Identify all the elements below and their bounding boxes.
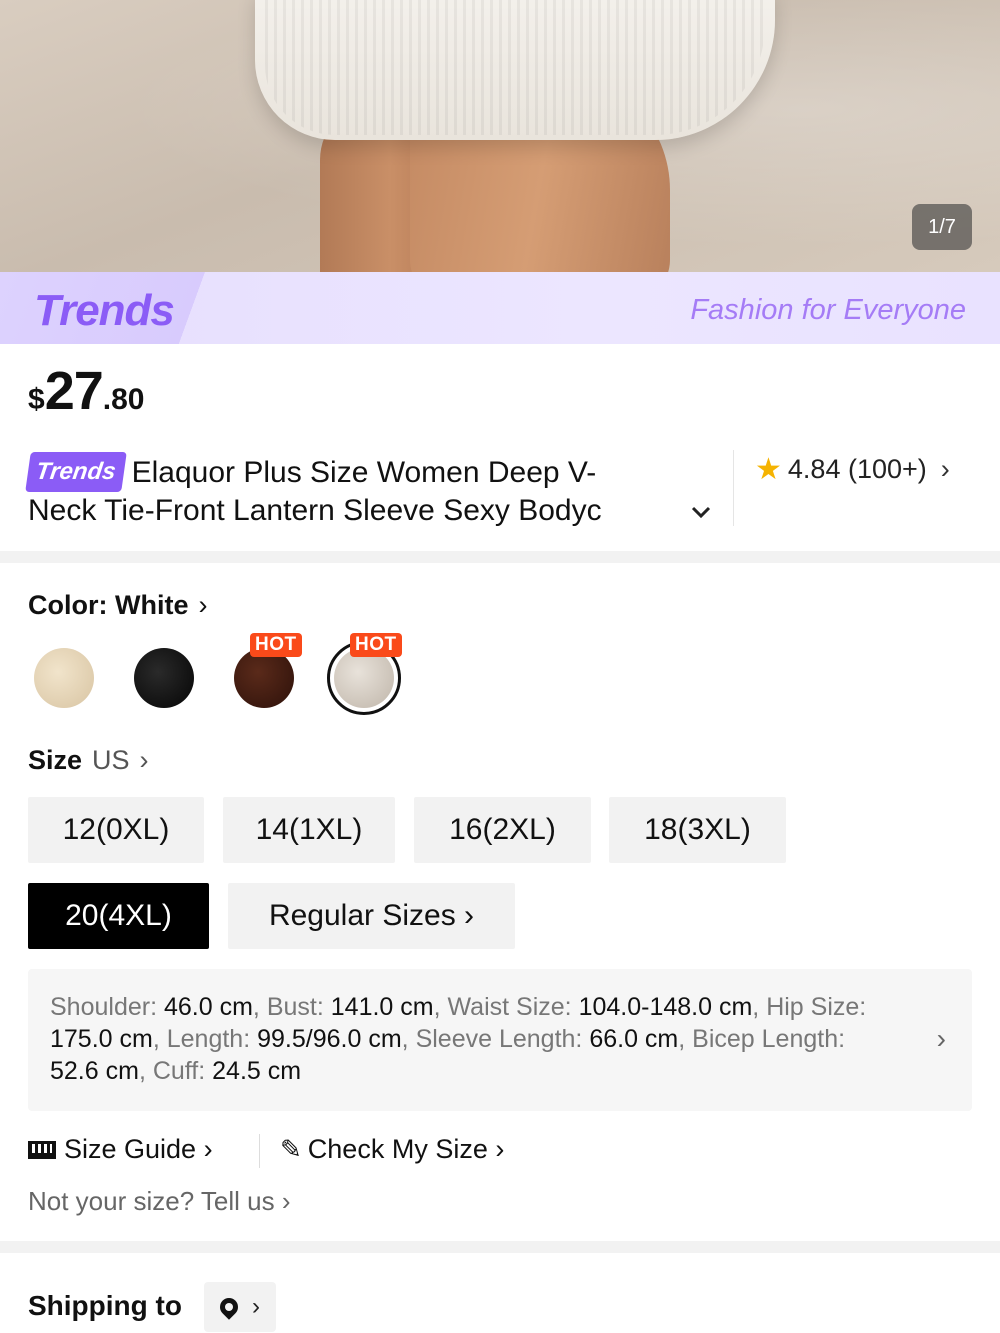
chevron-right-icon: › bbox=[198, 590, 208, 620]
hot-badge: HOT bbox=[250, 633, 302, 657]
waist-value: 104.0-148.0 cm bbox=[578, 993, 753, 1021]
color-swatch-white[interactable] bbox=[334, 648, 394, 708]
size-guide-link[interactable]: Size Guide › bbox=[28, 1134, 213, 1165]
price-decimal: .80 bbox=[102, 383, 145, 416]
length-value: 99.5/96.0 cm bbox=[257, 1025, 402, 1053]
measurements-text: Shoulder: 46.0 cm, Bust: 141.0 cm, Waist… bbox=[50, 993, 867, 1085]
sleeve-value: 66.0 cm bbox=[589, 1025, 679, 1053]
section-divider bbox=[0, 551, 1000, 563]
size-label[interactable]: Size US › bbox=[28, 745, 149, 776]
shipping-location-button[interactable]: › bbox=[204, 1282, 276, 1332]
size-option-18[interactable]: 18(3XL) bbox=[609, 797, 786, 863]
size-label-text: Size bbox=[28, 745, 83, 775]
section-divider bbox=[0, 1241, 1000, 1253]
location-pin-icon bbox=[216, 1294, 242, 1320]
not-your-size-link[interactable]: Not your size? Tell us › bbox=[28, 1186, 291, 1217]
size-guide-label: Size Guide › bbox=[64, 1134, 213, 1164]
rating-score: 4.84 bbox=[787, 454, 841, 484]
chevron-right-icon: › bbox=[139, 745, 149, 775]
price-integer: 27 bbox=[44, 361, 104, 421]
regular-sizes-button[interactable]: Regular Sizes › bbox=[228, 883, 515, 949]
shoulder-label: Shoulder: bbox=[50, 993, 158, 1021]
color-label[interactable]: Color: White › bbox=[28, 590, 207, 621]
size-option-14[interactable]: 14(1XL) bbox=[223, 797, 395, 863]
trends-logo: Trends bbox=[34, 286, 175, 335]
cuff-label: Cuff: bbox=[152, 1057, 206, 1085]
chevron-right-icon: › bbox=[252, 1293, 260, 1320]
image-counter: 1/7 bbox=[912, 204, 972, 250]
trends-banner[interactable]: Trends Fashion for Everyone bbox=[0, 272, 1000, 344]
cuff-value: 24.5 cm bbox=[212, 1057, 302, 1085]
size-option-20-selected[interactable]: 20(4XL) bbox=[28, 883, 209, 949]
color-label-text: Color: White bbox=[28, 590, 189, 620]
size-option-12[interactable]: 12(0XL) bbox=[28, 797, 204, 863]
check-my-size-label: Check My Size › bbox=[307, 1134, 505, 1164]
ruler-icon bbox=[28, 1140, 56, 1159]
product-price: $27.80 bbox=[28, 360, 144, 422]
size-measurements[interactable]: Shoulder: 46.0 cm, Bust: 141.0 cm, Waist… bbox=[28, 969, 972, 1111]
shipping-label: Shipping to bbox=[28, 1290, 182, 1321]
product-title[interactable]: Trends Elaquor Plus Size Women Deep V- Ne… bbox=[25, 452, 718, 540]
image-dress-texture bbox=[265, 0, 765, 135]
banner-slogan: Fashion for Everyone bbox=[690, 294, 966, 326]
bicep-value: 52.6 cm bbox=[50, 1057, 139, 1085]
chevron-down-icon[interactable] bbox=[690, 498, 712, 526]
title-line1: Elaquor Plus Size Women Deep V- bbox=[131, 456, 597, 489]
color-swatch-black[interactable] bbox=[134, 648, 194, 708]
color-swatch-beige[interactable] bbox=[34, 648, 94, 708]
sleeve-label: Sleeve Length: bbox=[415, 1025, 583, 1053]
rating-count: (100+) bbox=[847, 454, 927, 484]
bicep-label: Bicep Length: bbox=[692, 1025, 846, 1053]
hip-value: 175.0 cm bbox=[50, 1025, 153, 1053]
price-currency: $ bbox=[28, 383, 45, 416]
color-swatch-brown[interactable] bbox=[234, 648, 294, 708]
length-label: Length: bbox=[166, 1025, 251, 1053]
title-divider bbox=[733, 450, 734, 526]
guide-divider bbox=[259, 1134, 260, 1168]
size-unit: US bbox=[92, 745, 130, 775]
chevron-right-icon: › bbox=[936, 1023, 946, 1054]
bust-value: 141.0 cm bbox=[330, 993, 434, 1021]
rating-summary[interactable]: ★ 4.84 (100+) › bbox=[755, 452, 950, 487]
trends-badge: Trends bbox=[25, 452, 127, 492]
waist-label: Waist Size: bbox=[447, 993, 572, 1021]
size-option-16[interactable]: 16(2XL) bbox=[414, 797, 591, 863]
chevron-right-icon: › bbox=[940, 454, 950, 484]
check-my-size-link[interactable]: ✎ Check My Size › bbox=[280, 1134, 504, 1165]
product-image[interactable]: 1/7 bbox=[0, 0, 1000, 272]
hip-label: Hip Size: bbox=[766, 993, 867, 1021]
hot-badge: HOT bbox=[350, 633, 402, 657]
pencil-icon: ✎ bbox=[280, 1134, 302, 1164]
bust-label: Bust: bbox=[266, 993, 324, 1021]
star-icon: ★ bbox=[755, 453, 782, 486]
title-line2: Neck Tie-Front Lantern Sleeve Sexy Bodyc bbox=[28, 494, 602, 527]
shoulder-value: 46.0 cm bbox=[163, 993, 253, 1021]
